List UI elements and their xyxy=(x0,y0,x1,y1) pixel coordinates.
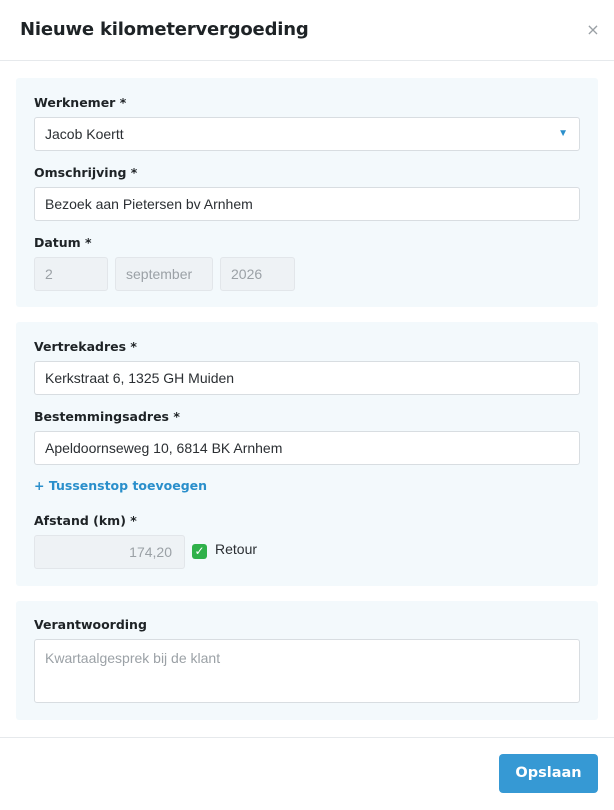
employee-select[interactable]: Jacob Koertt ▼ xyxy=(34,117,580,151)
date-month-field[interactable]: september xyxy=(115,257,213,291)
distance-field: 174,20 xyxy=(34,535,185,569)
chevron-down-icon: ▼ xyxy=(558,128,568,139)
route-section: Vertrekadres * Kerkstraat 6, 1325 GH Mui… xyxy=(16,322,598,586)
description-label: Omschrijving * xyxy=(34,165,138,180)
dialog-header: Nieuwe kilometervergoeding × xyxy=(0,0,614,61)
destination-label: Bestemmingsadres * xyxy=(34,409,180,424)
close-icon[interactable]: × xyxy=(584,20,602,40)
description-input[interactable]: Bezoek aan Pietersen bv Arnhem xyxy=(34,187,580,221)
employee-section: Werknemer * Jacob Koertt ▼ Omschrijving … xyxy=(16,78,598,307)
employee-label: Werknemer * xyxy=(34,95,127,110)
date-day-field[interactable]: 2 xyxy=(34,257,108,291)
departure-label: Vertrekadres * xyxy=(34,339,137,354)
date-year-field[interactable]: 2026 xyxy=(220,257,295,291)
save-button[interactable]: Opslaan xyxy=(499,754,598,793)
justification-textarea[interactable]: Kwartaalgesprek bij de klant xyxy=(34,639,580,703)
justification-section: Verantwoording Kwartaalgesprek bij de kl… xyxy=(16,601,598,720)
dialog-footer: Opslaan xyxy=(0,737,614,810)
return-label[interactable]: Retour xyxy=(215,541,257,557)
return-checkbox[interactable]: ✓ xyxy=(192,544,207,559)
destination-address-input[interactable]: Apeldoornseweg 10, 6814 BK Arnhem xyxy=(34,431,580,465)
employee-select-value: Jacob Koertt xyxy=(45,126,124,142)
add-stop-link[interactable]: + Tussenstop toevoegen xyxy=(34,478,207,493)
date-label: Datum * xyxy=(34,235,92,250)
dialog-title: Nieuwe kilometervergoeding xyxy=(20,19,309,40)
departure-address-input[interactable]: Kerkstraat 6, 1325 GH Muiden xyxy=(34,361,580,395)
justification-label: Verantwoording xyxy=(34,617,147,632)
distance-label: Afstand (km) * xyxy=(34,513,137,528)
